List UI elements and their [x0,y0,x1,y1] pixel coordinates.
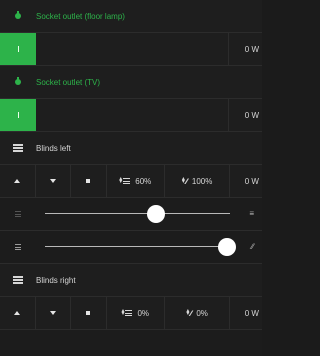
blinds-slat: ▴ ▾ ∕∕∕ 0% [165,297,231,329]
app: Socket outlet (floor lamp) 0 W Socket ou… [0,0,262,356]
blinds-name: Blinds right [36,275,76,285]
slat-value: 100% [191,176,213,186]
position-value: 0% [137,308,150,318]
blinds-position: ▴ ▾ 0% [107,297,166,329]
power-value: 0 W [244,308,259,318]
blinds-icon [13,144,23,152]
device-row-floor-lamp: 0 W [0,33,262,66]
slat-closed-icon: ∕∕ [251,242,254,251]
arrow-up-icon [14,179,21,183]
slat-icon: ▴ ▾ ∕∕∕ [181,176,188,186]
slat-slider-track[interactable] [45,246,230,247]
blinds-icon [13,276,23,284]
blinds-closed-icon: ≡ [249,209,254,218]
power-on-icon [17,46,19,52]
blinds-header-right: Blinds right [0,264,262,297]
power-value: 0 W [228,33,262,65]
blinds-name: Blinds left [36,143,71,153]
power-value: 0 W [244,176,259,186]
position-slider-knob[interactable] [147,205,165,223]
power-toggle-button[interactable] [0,33,36,65]
blinds-down-button[interactable] [36,165,71,197]
blinds-stop-button[interactable] [71,297,107,329]
position-icon: ▴ ▾ [121,308,133,317]
slat-slider-knob[interactable] [218,238,236,256]
arrow-down-icon [49,179,56,183]
slat-value: 0% [196,308,208,318]
arrow-up-icon [14,311,21,315]
position-slider-track[interactable] [45,213,230,214]
stop-icon [86,179,91,183]
blinds-down-button[interactable] [36,297,71,329]
slat-open-icon [15,244,21,250]
stop-icon [86,311,91,315]
socket-icon [15,11,21,19]
power-on-icon [17,112,19,118]
slat-icon: ▴ ▾ ∕∕∕ [186,308,192,318]
power-toggle-button[interactable] [0,99,36,131]
blinds-up-button[interactable] [0,297,36,329]
position-icon: ▴ ▾ [119,176,131,185]
blinds-slat: ▴ ▾ ∕∕∕ 100% [165,165,231,197]
socket-icon [15,77,21,85]
blinds-header-left: Blinds left [0,132,262,165]
power-value: 0 W [228,99,262,131]
blinds-controls-left: ▴ ▾ 60% ▴ ▾ ∕∕∕ 100% 0 W [0,165,262,198]
position-slider-row: ≡ [0,198,262,231]
device-row-tv: 0 W [0,99,262,132]
device-header-tv: Socket outlet (TV) [0,66,262,99]
blinds-up-button[interactable] [0,165,36,197]
slat-slider-row: ∕∕ [0,231,262,264]
device-name: Socket outlet (TV) [36,77,101,87]
blinds-open-icon [15,211,21,217]
arrow-down-icon [49,311,56,315]
blinds-position: ▴ ▾ 60% [107,165,166,197]
device-name: Socket outlet (floor lamp) [36,11,125,21]
blinds-controls-right: ▴ ▾ 0% ▴ ▾ ∕∕∕ 0% 0 W [0,297,262,330]
device-header-floor-lamp: Socket outlet (floor lamp) [0,0,262,33]
position-value: 60% [135,176,152,186]
blinds-stop-button[interactable] [71,165,107,197]
